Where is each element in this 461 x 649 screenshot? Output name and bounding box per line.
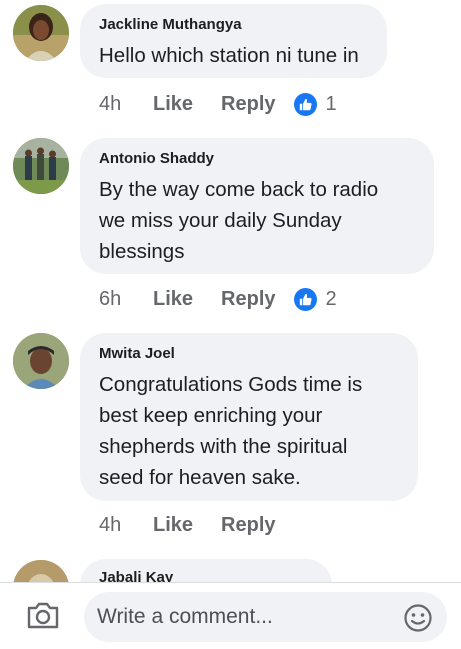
- comment-text-line: By the way come back to radio: [99, 178, 379, 201]
- like-button[interactable]: Like: [153, 514, 193, 537]
- comment-text-line: Hello which station ni tune in: [99, 44, 359, 67]
- comment-timestamp[interactable]: 6h: [99, 288, 153, 311]
- comment-bubble: Jackline Muthangya Hello which station n…: [80, 4, 387, 78]
- avatar[interactable]: [13, 138, 69, 194]
- reply-button[interactable]: Reply: [221, 514, 275, 537]
- comment-actions: 4h Like Reply: [99, 514, 304, 537]
- emoji-icon[interactable]: [403, 603, 433, 639]
- comment-text: By the way come back to radio we miss yo…: [99, 174, 414, 267]
- comment-text-line: we miss your daily Sunday: [99, 209, 342, 232]
- thumbs-up-icon[interactable]: [293, 93, 317, 116]
- comment-input-placeholder: Write a comment...: [97, 605, 273, 628]
- thumbs-up-icon[interactable]: [293, 288, 317, 311]
- camera-icon[interactable]: [26, 600, 60, 635]
- comment-text: Congratulations Gods time is best keep e…: [99, 369, 398, 493]
- comment-composer: Write a comment...: [0, 582, 461, 649]
- comment-actions: 6h Like Reply 2: [99, 288, 337, 311]
- like-button[interactable]: Like: [153, 93, 193, 116]
- reply-button[interactable]: Reply: [221, 93, 275, 116]
- comment-input[interactable]: Write a comment...: [84, 592, 447, 642]
- reaction-count[interactable]: 2: [326, 288, 337, 311]
- comment-text-line: best keep enriching your: [99, 404, 323, 427]
- comment-text-line: seed for heaven sake.: [99, 466, 301, 489]
- comment-bubble: Mwita Joel Congratulations Gods time is …: [80, 333, 418, 501]
- comment-text-line: shepherds with the spiritual: [99, 435, 348, 458]
- avatar[interactable]: [13, 5, 69, 61]
- comment-author[interactable]: Mwita Joel: [99, 345, 398, 363]
- reaction-count[interactable]: 1: [326, 93, 337, 116]
- comment-text-line: Congratulations Gods time is: [99, 373, 363, 396]
- comment-text-line: blessings: [99, 240, 185, 263]
- comment-timestamp[interactable]: 4h: [99, 514, 153, 537]
- like-button[interactable]: Like: [153, 288, 193, 311]
- reply-button[interactable]: Reply: [221, 288, 275, 311]
- comment-text: Hello which station ni tune in: [99, 40, 367, 71]
- avatar[interactable]: [13, 333, 69, 389]
- comment-bubble: Antonio Shaddy By the way come back to r…: [80, 138, 434, 274]
- comment-author[interactable]: Jackline Muthangya: [99, 16, 367, 34]
- comment-timestamp[interactable]: 4h: [99, 93, 153, 116]
- comment-actions: 4h Like Reply 1: [99, 93, 337, 116]
- comment-author[interactable]: Antonio Shaddy: [99, 150, 414, 168]
